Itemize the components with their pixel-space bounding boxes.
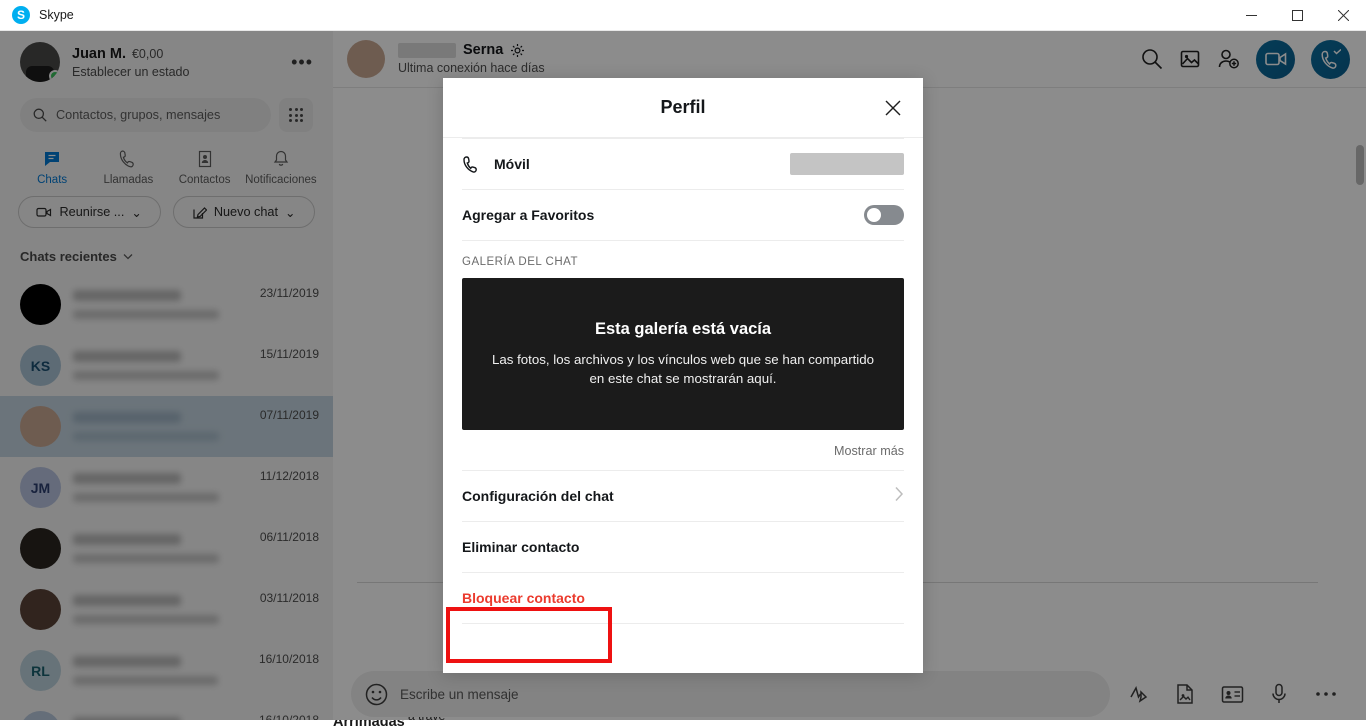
mobile-label: Móvil — [494, 156, 530, 172]
delete-contact-label: Eliminar contacto — [462, 539, 580, 555]
skype-logo-letter: S — [16, 8, 25, 22]
mobile-value-redacted — [790, 153, 904, 175]
skype-window: S Skype Juan M. €0,00 Establecer un esta… — [0, 0, 1366, 728]
block-contact-row[interactable]: Bloquear contacto — [462, 573, 904, 623]
desktop-text: Arrimadas — [333, 720, 405, 728]
desktop-background-strip: Arrimadas — [0, 720, 1366, 728]
gallery-empty-title: Esta galería está vacía — [594, 319, 772, 338]
maximize-button[interactable] — [1274, 0, 1320, 31]
show-more-link[interactable]: Mostrar más — [462, 430, 904, 470]
gallery-empty-subtitle: Las fotos, los archivos y los vínculos w… — [491, 351, 875, 386]
add-to-favorites-label: Agregar a Favoritos — [462, 207, 595, 223]
chat-settings-row[interactable]: Configuración del chat — [462, 471, 904, 521]
add-to-favorites-toggle[interactable] — [864, 205, 904, 225]
modal-header: Perfil — [443, 78, 923, 138]
block-contact-label: Bloquear contacto — [462, 590, 585, 606]
chat-settings-label: Configuración del chat — [462, 488, 614, 504]
delete-contact-row[interactable]: Eliminar contacto — [462, 522, 904, 572]
mobile-row[interactable]: Móvil — [462, 139, 904, 189]
chat-gallery-empty-state: Esta galería está vacía Las fotos, los a… — [462, 278, 904, 430]
add-to-favorites-row[interactable]: Agregar a Favoritos — [462, 190, 904, 240]
chevron-right-icon — [894, 486, 904, 507]
gallery-section-label: GALERÍA DEL CHAT — [462, 256, 579, 268]
toggle-knob — [867, 208, 881, 222]
close-button[interactable] — [1320, 0, 1366, 31]
skype-logo-icon: S — [12, 6, 30, 24]
modal-title: Perfil — [660, 97, 706, 117]
profile-modal: Perfil Móvil Agregar a Favoritos GALERÍA… — [443, 78, 923, 673]
close-icon — [885, 100, 901, 116]
modal-close-button[interactable] — [877, 92, 909, 124]
window-controls — [1228, 0, 1366, 31]
app-title: Skype — [39, 8, 74, 22]
minimize-button[interactable] — [1228, 0, 1274, 31]
divider — [462, 623, 904, 624]
phone-handset-icon — [463, 155, 477, 173]
modal-body: Móvil Agregar a Favoritos GALERÍA DEL CH… — [443, 138, 923, 673]
title-bar: S Skype — [0, 0, 1366, 31]
